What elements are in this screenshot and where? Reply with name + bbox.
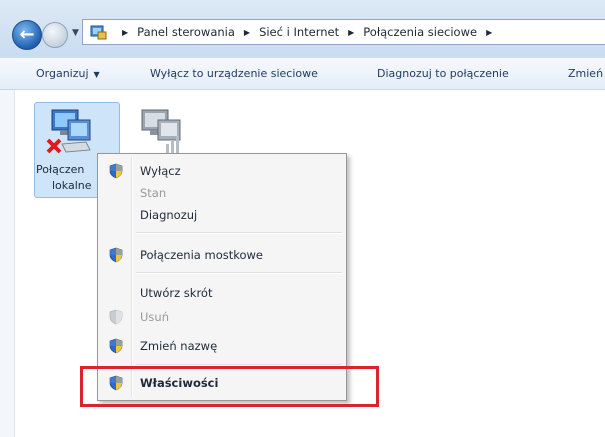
uac-shield-icon bbox=[109, 247, 123, 263]
menu-item-disable[interactable]: Wyłącz bbox=[98, 160, 346, 182]
breadcrumb-item-network-connections[interactable]: Połączenia sieciowe bbox=[363, 25, 477, 39]
highlight-annotation-box bbox=[80, 366, 379, 407]
menu-item-status: Stan bbox=[98, 182, 346, 204]
chevron-right-icon[interactable]: ▶ bbox=[122, 28, 128, 37]
recent-pages-dropdown[interactable]: ▼ bbox=[72, 28, 79, 38]
uac-shield-icon bbox=[109, 163, 123, 179]
menu-item-label: Diagnozuj bbox=[140, 208, 198, 222]
menu-item-rename[interactable]: Zmień nazwę bbox=[98, 335, 346, 357]
menu-item-delete: Usuń bbox=[98, 306, 346, 328]
navigation-pane-edge bbox=[0, 90, 15, 437]
menu-item-label: Utwórz skrót bbox=[140, 286, 213, 300]
menu-item-create-shortcut[interactable]: Utwórz skrót bbox=[98, 282, 346, 304]
chevron-right-icon[interactable]: ▶ bbox=[244, 28, 250, 37]
back-button[interactable]: ← bbox=[12, 20, 42, 50]
menu-item-bridge-connections[interactable]: Połączenia mostkowe bbox=[98, 244, 346, 266]
organize-label: Organizuj bbox=[36, 67, 89, 80]
menu-item-label: Zmień nazwę bbox=[140, 339, 218, 353]
menu-item-diagnose[interactable]: Diagnozuj bbox=[98, 204, 346, 226]
address-field[interactable]: ▶ Panel sterowania ▶ Sieć i Internet ▶ P… bbox=[82, 19, 605, 45]
command-bar: Organizuj ▼ Wyłącz to urządzenie sieciowe… bbox=[0, 58, 605, 90]
diagnose-connection-label: Diagnozuj to połączenie bbox=[377, 67, 509, 80]
disable-device-button[interactable]: Wyłącz to urządzenie sieciowe bbox=[150, 58, 318, 89]
chevron-right-icon[interactable]: ▶ bbox=[348, 28, 354, 37]
arrow-left-icon: ← bbox=[19, 24, 35, 45]
menu-item-label: Wyłącz bbox=[140, 164, 181, 178]
organize-button[interactable]: Organizuj ▼ bbox=[36, 58, 100, 89]
breadcrumb: ▶ Panel sterowania ▶ Sieć i Internet ▶ P… bbox=[113, 20, 501, 44]
uac-shield-icon bbox=[109, 309, 123, 325]
chevron-down-icon: ▼ bbox=[93, 70, 100, 79]
network-adapter-disconnected-icon[interactable] bbox=[46, 106, 98, 158]
disable-device-label: Wyłącz to urządzenie sieciowe bbox=[150, 67, 318, 80]
menu-separator bbox=[136, 272, 342, 274]
breadcrumb-item-network-internet[interactable]: Sieć i Internet bbox=[259, 25, 339, 39]
network-adapter-icon[interactable] bbox=[136, 106, 188, 158]
menu-separator bbox=[136, 232, 342, 234]
menu-item-label: Stan bbox=[140, 186, 167, 200]
menu-item-label: Połączenia mostkowe bbox=[140, 248, 264, 262]
control-panel-icon bbox=[90, 25, 107, 40]
rename-label: Zmień bbox=[568, 67, 604, 80]
chevron-right-icon[interactable]: ▶ bbox=[486, 28, 492, 37]
uac-shield-icon bbox=[109, 338, 123, 354]
rename-button[interactable]: Zmień bbox=[568, 58, 603, 89]
diagnose-connection-button[interactable]: Diagnozuj to połączenie bbox=[377, 58, 509, 89]
context-menu: Wyłącz Stan Diagnozuj Połączenia mostkow… bbox=[97, 153, 347, 401]
menu-item-label: Usuń bbox=[140, 310, 169, 324]
breadcrumb-item-control-panel[interactable]: Panel sterowania bbox=[137, 25, 235, 39]
forward-button[interactable] bbox=[42, 22, 68, 48]
